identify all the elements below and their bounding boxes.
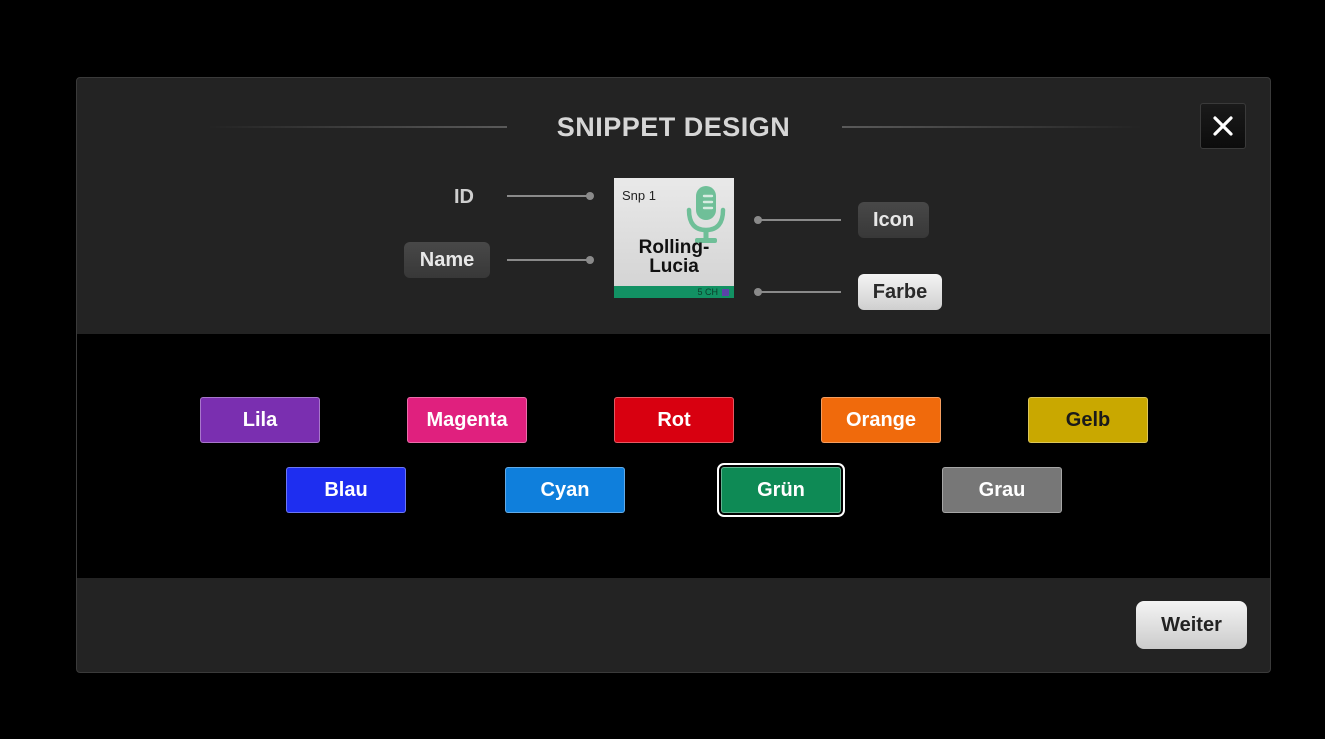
snippet-id: Snp 1	[622, 188, 656, 203]
close-button[interactable]	[1200, 103, 1246, 149]
color-palette: Lila Magenta Rot Orange Gelb Blau Cyan Grün Grau	[77, 334, 1270, 578]
color-button[interactable]: Farbe	[858, 274, 942, 310]
microphone-icon	[686, 186, 726, 243]
color-option-gruen[interactable]: Grün	[717, 463, 845, 517]
name-connector-dot	[586, 256, 594, 264]
name-button[interactable]: Name	[404, 242, 490, 278]
snippet-preview-tile: Snp 1 Rolling- Lucia 5 CH	[614, 178, 734, 298]
snippet-color-bar: 5 CH	[614, 286, 734, 298]
snippet-name-line1: Rolling-	[638, 237, 710, 258]
title-divider-right	[842, 126, 1142, 128]
color-option-orange[interactable]: Orange	[821, 397, 941, 443]
color-option-rot[interactable]: Rot	[614, 397, 734, 443]
snippet-indicator	[722, 289, 729, 296]
id-label: ID	[454, 186, 474, 208]
name-connector	[507, 259, 589, 261]
snippet-channel-count: 5 CH	[697, 287, 718, 297]
close-icon	[1213, 116, 1233, 136]
next-button[interactable]: Weiter	[1136, 601, 1247, 649]
snippet-design-dialog: SNIPPET DESIGN ID Name Snp 1 Rolling- Lu…	[76, 77, 1271, 673]
color-option-magenta[interactable]: Magenta	[407, 397, 527, 443]
icon-button[interactable]: Icon	[858, 202, 929, 238]
snippet-name: Rolling- Lucia	[614, 238, 734, 276]
color-option-cyan[interactable]: Cyan	[505, 467, 625, 513]
id-connector-dot	[586, 192, 594, 200]
icon-connector	[758, 219, 841, 221]
color-option-lila[interactable]: Lila	[200, 397, 320, 443]
color-option-gelb[interactable]: Gelb	[1028, 397, 1148, 443]
snippet-name-line2: Lucia	[649, 256, 699, 277]
color-option-blau[interactable]: Blau	[286, 467, 406, 513]
id-connector	[507, 195, 589, 197]
color-connector	[758, 291, 841, 293]
color-option-grau[interactable]: Grau	[942, 467, 1062, 513]
